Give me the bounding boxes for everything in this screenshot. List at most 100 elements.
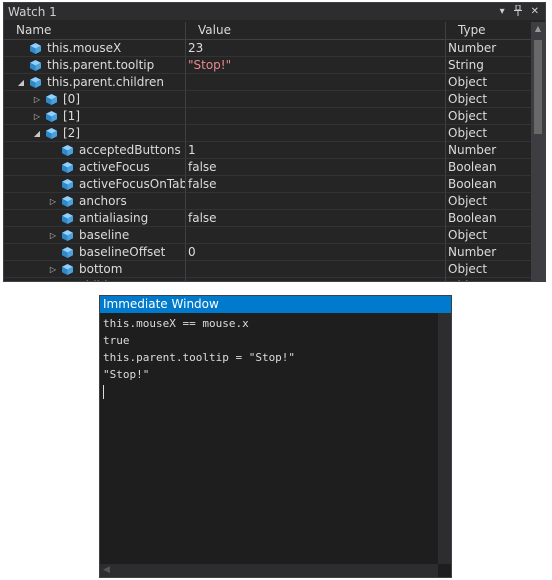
field-cube-icon — [62, 281, 73, 282]
expanded-triangle-icon[interactable]: ◢ — [32, 125, 42, 141]
watch-row[interactable]: this.mouseX 23 Number — [4, 40, 531, 57]
watch-row-name-cell: ▷ bottom — [4, 261, 186, 278]
watch-row[interactable]: this.parent.tooltip "Stop!" String — [4, 57, 531, 74]
immediate-horizontal-scrollbar[interactable]: ◀ — [100, 564, 438, 577]
field-cube-icon — [62, 196, 73, 207]
field-cube-icon — [62, 213, 73, 224]
field-cube-icon — [46, 128, 57, 139]
watch-row-type: Boolean — [446, 159, 531, 176]
field-cube-icon — [46, 111, 57, 122]
watch-row[interactable]: ▷ children Object — [4, 278, 531, 282]
watch-vertical-scrollbar[interactable]: ▲ — [531, 22, 545, 281]
watch-row-name: [2] — [63, 126, 80, 140]
watch-row-value[interactable]: 0 — [186, 244, 446, 261]
collapsed-triangle-icon[interactable]: ▷ — [48, 193, 58, 209]
watch-row[interactable]: ▷ bottom Object — [4, 261, 531, 278]
immediate-console[interactable]: this.mouseX == mouse.x true this.parent.to… — [100, 313, 451, 402]
watch-row-value[interactable] — [186, 261, 446, 278]
immediate-titlebar[interactable]: Immediate Window — [100, 296, 451, 313]
scroll-up-icon[interactable]: ▲ — [531, 24, 545, 33]
field-cube-icon — [62, 247, 73, 258]
console-line: true — [103, 334, 130, 347]
watch-row-value[interactable]: false — [186, 176, 446, 193]
collapsed-triangle-icon[interactable]: ▷ — [48, 227, 58, 243]
text-caret — [103, 385, 104, 399]
watch-row[interactable]: baselineOffset 0 Number — [4, 244, 531, 261]
watch-row-type: Object — [446, 261, 531, 278]
watch-row-value[interactable] — [186, 91, 446, 108]
watch-row-value[interactable]: false — [186, 159, 446, 176]
watch-row-name: baseline — [79, 228, 130, 242]
watch-row-value[interactable]: false — [186, 210, 446, 227]
field-cube-icon — [30, 77, 41, 88]
watch-row[interactable]: ▷ baseline Object — [4, 227, 531, 244]
watch-title-controls: ▾ ✕ — [500, 3, 539, 20]
watch-row-value[interactable]: 1 — [186, 142, 446, 159]
watch-row-name: activeFocus — [79, 160, 150, 174]
watch-row-type: Number — [446, 244, 531, 261]
collapsed-triangle-icon[interactable]: ▷ — [32, 91, 42, 107]
watch-row-type: Object — [446, 125, 531, 142]
watch-column-headers: Name Value Type — [4, 22, 531, 40]
watch-row-type: Object — [446, 91, 531, 108]
pin-icon[interactable] — [513, 4, 522, 19]
watch-row-value[interactable] — [186, 125, 446, 142]
watch-row-name: anchors — [79, 194, 127, 208]
watch-row-name-cell: ▷ anchors — [4, 193, 186, 210]
watch-row-value[interactable]: "Stop!" — [186, 57, 446, 74]
watch-row[interactable]: acceptedButtons 1 Number — [4, 142, 531, 159]
watch-row-value[interactable] — [186, 74, 446, 91]
dropdown-icon[interactable]: ▾ — [500, 6, 505, 17]
watch-title: Watch 1 — [8, 4, 57, 19]
column-header-value[interactable]: Value — [186, 22, 446, 39]
scroll-left-icon[interactable]: ◀ — [103, 565, 110, 575]
field-cube-icon — [62, 230, 73, 241]
watch-titlebar[interactable]: Watch 1 ▾ ✕ — [4, 3, 545, 20]
watch-row-type: Boolean — [446, 210, 531, 227]
watch-row-type: Boolean — [446, 176, 531, 193]
watch-row-type: Number — [446, 40, 531, 57]
watch-row-type: Object — [446, 193, 531, 210]
watch-row-name-cell: ▷ children — [4, 278, 186, 282]
field-cube-icon — [62, 264, 73, 275]
field-cube-icon — [62, 162, 73, 173]
column-header-name[interactable]: Name — [4, 22, 186, 39]
watch-row-name-cell: activeFocusOnTab — [4, 176, 186, 193]
scrollbar-thumb[interactable] — [534, 40, 542, 134]
watch-row-name: antialiasing — [79, 211, 149, 225]
watch-row-value[interactable] — [186, 227, 446, 244]
collapsed-triangle-icon[interactable]: ▷ — [48, 261, 58, 277]
watch-row[interactable]: activeFocus false Boolean — [4, 159, 531, 176]
console-input-line[interactable] — [103, 383, 448, 400]
watch-row[interactable]: activeFocusOnTab false Boolean — [4, 176, 531, 193]
watch-row-name: bottom — [79, 262, 123, 276]
collapsed-triangle-icon[interactable]: ▷ — [48, 278, 58, 281]
field-cube-icon — [62, 179, 73, 190]
watch-row-name: [0] — [63, 92, 80, 106]
watch-row-value[interactable]: 23 — [186, 40, 446, 57]
watch-row-name-cell: ▷ [0] — [4, 91, 186, 108]
watch-row-name-cell: activeFocus — [4, 159, 186, 176]
column-header-type[interactable]: Type — [446, 22, 531, 39]
watch-row-value[interactable] — [186, 193, 446, 210]
watch-row-name-cell: ▷ baseline — [4, 227, 186, 244]
watch-row[interactable]: ▷ [0] Object — [4, 91, 531, 108]
console-line: this.mouseX == mouse.x — [103, 317, 249, 330]
watch-row[interactable]: ◢ this.parent.children Object — [4, 74, 531, 91]
watch-row-type: String — [446, 57, 531, 74]
field-cube-icon — [62, 145, 73, 156]
watch-row[interactable]: antialiasing false Boolean — [4, 210, 531, 227]
watch-row-name-cell: baselineOffset — [4, 244, 186, 261]
expanded-triangle-icon[interactable]: ◢ — [16, 74, 26, 90]
watch-row-value[interactable] — [186, 108, 446, 125]
close-icon[interactable]: ✕ — [531, 6, 539, 17]
immediate-vertical-scrollbar[interactable] — [438, 313, 451, 564]
watch-row[interactable]: ▷ anchors Object — [4, 193, 531, 210]
collapsed-triangle-icon[interactable]: ▷ — [32, 108, 42, 124]
watch-row-name-cell: this.parent.tooltip — [4, 57, 186, 74]
console-line: "Stop!" — [103, 368, 150, 381]
watch-row-name-cell: ◢ this.parent.children — [4, 74, 186, 91]
watch-row[interactable]: ◢ [2] Object — [4, 125, 531, 142]
watch-row-value[interactable] — [186, 278, 446, 281]
watch-row[interactable]: ▷ [1] Object — [4, 108, 531, 125]
